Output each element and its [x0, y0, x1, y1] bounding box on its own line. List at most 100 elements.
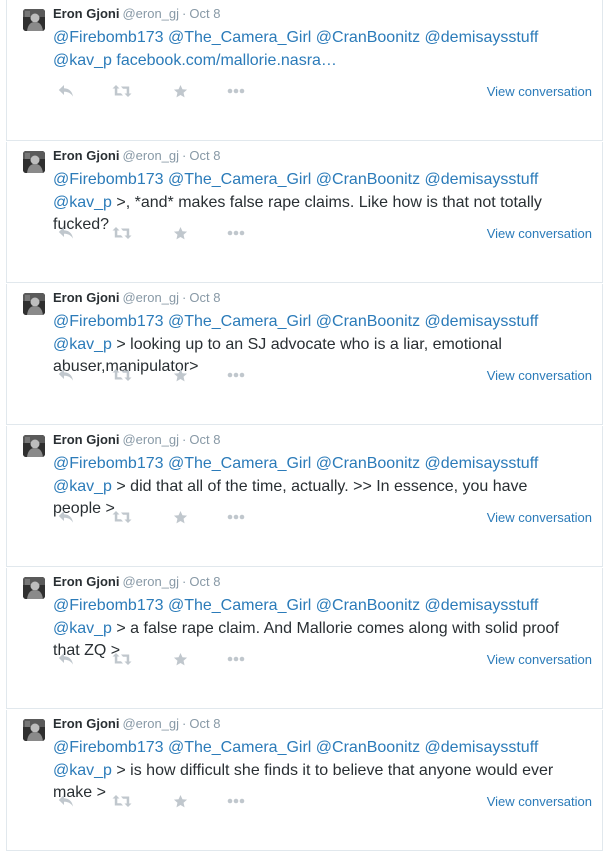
view-conversation-link[interactable]: View conversation	[487, 794, 592, 810]
mention-list[interactable]: @Firebomb173 @The_Camera_Girl @CranBooni…	[53, 597, 538, 614]
favorite-button[interactable]	[169, 506, 191, 528]
fullname[interactable]: Eron Gjoni	[53, 290, 119, 305]
tweet[interactable]: Eron Gjoni @eron_gj · Oct 8 @Firebomb173 @T…	[6, 426, 603, 567]
retweet-button[interactable]	[111, 364, 133, 386]
separator: ·	[182, 716, 187, 731]
tweet[interactable]: Eron Gjoni @eron_gj · Oct 8 @Firebomb173 @T…	[6, 142, 603, 283]
reply-icon	[58, 511, 73, 523]
tweet[interactable]: Eron Gjoni @eron_gj · Oct 8 @Firebomb173 @T…	[6, 568, 603, 709]
more-button[interactable]	[225, 222, 247, 244]
timestamp[interactable]: Oct 8	[189, 148, 220, 163]
username[interactable]: @eron_gj	[122, 290, 179, 305]
mention-list[interactable]: @Firebomb173 @The_Camera_Girl @CranBooni…	[53, 739, 538, 756]
retweet-button[interactable]	[111, 222, 133, 244]
favorite-button[interactable]	[169, 648, 191, 670]
avatar[interactable]	[23, 293, 45, 315]
timestamp[interactable]: Oct 8	[189, 290, 220, 305]
fullname[interactable]: Eron Gjoni	[53, 716, 119, 731]
avatar[interactable]	[23, 151, 45, 173]
fullname[interactable]: Eron Gjoni	[53, 6, 119, 21]
tweet[interactable]: Eron Gjoni @eron_gj · Oct 8 @Firebomb173 @T…	[6, 284, 603, 425]
fullname[interactable]: Eron Gjoni	[53, 574, 119, 589]
view-conversation-link[interactable]: View conversation	[487, 510, 592, 526]
mention-kav-p[interactable]: @kav_p	[53, 336, 112, 353]
user-avatar-icon	[23, 577, 45, 599]
view-conversation-link[interactable]: View conversation	[487, 84, 592, 100]
retweet-button[interactable]	[111, 80, 133, 102]
star-icon	[173, 84, 187, 97]
more-button[interactable]	[225, 790, 247, 812]
tweet-actions: View conversation	[53, 222, 592, 244]
mention-kav-p[interactable]: @kav_p	[53, 762, 112, 779]
favorite-button[interactable]	[169, 222, 191, 244]
favorite-button[interactable]	[169, 364, 191, 386]
separator: ·	[182, 290, 187, 305]
reply-button[interactable]	[55, 80, 77, 102]
avatar[interactable]	[23, 719, 45, 741]
mention-list[interactable]: @Firebomb173 @The_Camera_Girl @CranBooni…	[53, 313, 538, 330]
reply-icon	[58, 369, 73, 381]
tweet-actions: View conversation	[53, 648, 592, 670]
username[interactable]: @eron_gj	[122, 6, 179, 21]
tweet[interactable]: Eron Gjoni @eron_gj · Oct 8 @Firebomb173 @T…	[6, 0, 603, 141]
avatar[interactable]	[23, 577, 45, 599]
mention-kav-p[interactable]: @kav_p	[53, 52, 112, 69]
username[interactable]: @eron_gj	[122, 432, 179, 447]
more-button[interactable]	[225, 80, 247, 102]
favorite-button[interactable]	[169, 80, 191, 102]
retweet-button[interactable]	[111, 648, 133, 670]
username[interactable]: @eron_gj	[122, 574, 179, 589]
more-dots-icon	[227, 372, 245, 378]
username[interactable]: @eron_gj	[122, 716, 179, 731]
favorite-button[interactable]	[169, 790, 191, 812]
star-icon	[173, 368, 187, 381]
timestamp[interactable]: Oct 8	[189, 574, 220, 589]
more-button[interactable]	[225, 648, 247, 670]
retweet-button[interactable]	[111, 506, 133, 528]
timestamp[interactable]: Oct 8	[189, 6, 220, 21]
separator: ·	[182, 148, 187, 163]
tweet-actions: View conversation	[53, 790, 592, 812]
reply-button[interactable]	[55, 364, 77, 386]
tweet-body[interactable]: facebook.com/mallorie.nasra…	[112, 52, 337, 69]
star-icon	[173, 510, 187, 523]
more-button[interactable]	[225, 506, 247, 528]
retweet-icon	[112, 511, 132, 523]
reply-button[interactable]	[55, 648, 77, 670]
timestamp[interactable]: Oct 8	[189, 432, 220, 447]
star-icon	[173, 794, 187, 807]
more-dots-icon	[227, 514, 245, 520]
user-avatar-icon	[23, 9, 45, 31]
tweet-header: Eron Gjoni @eron_gj · Oct 8	[53, 5, 220, 23]
reply-button[interactable]	[55, 790, 77, 812]
mention-list[interactable]: @Firebomb173 @The_Camera_Girl @CranBooni…	[53, 171, 538, 188]
tweet-actions: View conversation	[53, 364, 592, 386]
user-avatar-icon	[23, 151, 45, 173]
separator: ·	[182, 574, 187, 589]
view-conversation-link[interactable]: View conversation	[487, 368, 592, 384]
timestamp[interactable]: Oct 8	[189, 716, 220, 731]
view-conversation-link[interactable]: View conversation	[487, 652, 592, 668]
fullname[interactable]: Eron Gjoni	[53, 432, 119, 447]
avatar[interactable]	[23, 9, 45, 31]
tweet-actions: View conversation	[53, 80, 592, 102]
separator: ·	[182, 6, 187, 21]
reply-button[interactable]	[55, 506, 77, 528]
tweet[interactable]: Eron Gjoni @eron_gj · Oct 8 @Firebomb173 @T…	[6, 710, 603, 851]
star-icon	[173, 652, 187, 665]
reply-button[interactable]	[55, 222, 77, 244]
more-button[interactable]	[225, 364, 247, 386]
tweet-text: @Firebomb173 @The_Camera_Girl @CranBooni…	[53, 27, 573, 72]
fullname[interactable]: Eron Gjoni	[53, 148, 119, 163]
mention-kav-p[interactable]: @kav_p	[53, 620, 112, 637]
mention-kav-p[interactable]: @kav_p	[53, 478, 112, 495]
avatar[interactable]	[23, 435, 45, 457]
username[interactable]: @eron_gj	[122, 148, 179, 163]
view-conversation-link[interactable]: View conversation	[487, 226, 592, 242]
reply-icon	[58, 653, 73, 665]
retweet-icon	[112, 653, 132, 665]
mention-list[interactable]: @Firebomb173 @The_Camera_Girl @CranBooni…	[53, 29, 538, 46]
retweet-button[interactable]	[111, 790, 133, 812]
mention-list[interactable]: @Firebomb173 @The_Camera_Girl @CranBooni…	[53, 455, 538, 472]
mention-kav-p[interactable]: @kav_p	[53, 194, 112, 211]
